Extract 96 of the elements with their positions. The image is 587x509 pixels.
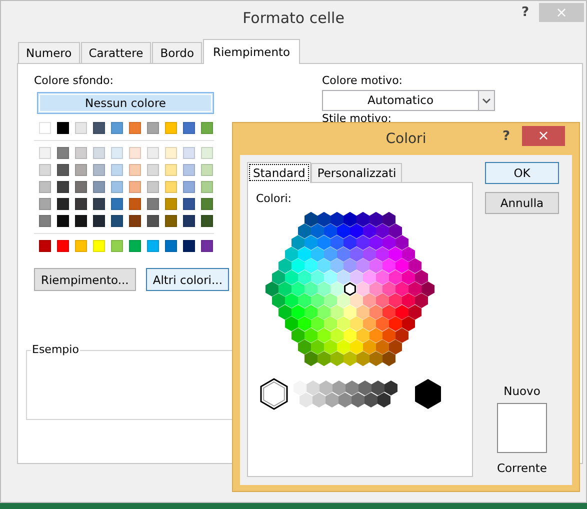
color-swatch[interactable] — [57, 164, 69, 176]
color-swatch[interactable] — [201, 164, 213, 176]
chevron-icon — [482, 98, 491, 104]
color-swatch[interactable] — [165, 240, 177, 252]
color-swatch[interactable] — [57, 215, 69, 227]
group-label: Esempio — [31, 343, 80, 356]
color-swatch[interactable] — [75, 240, 87, 252]
field-label: Stile motivo: — [322, 112, 392, 125]
color-swatch[interactable] — [39, 198, 51, 210]
color-swatch[interactable] — [93, 147, 105, 159]
color-swatch[interactable] — [147, 240, 159, 252]
color-swatch[interactable] — [57, 181, 69, 193]
color-swatch[interactable] — [111, 198, 123, 210]
color-swatch[interactable] — [147, 181, 159, 193]
color-swatch[interactable] — [75, 181, 87, 193]
color-swatch[interactable] — [201, 240, 213, 252]
no-color-button[interactable]: Nessun colore — [37, 92, 214, 114]
pattern-color-dropdown[interactable]: Automatico — [322, 90, 495, 111]
color-swatch[interactable] — [201, 147, 213, 159]
color-swatch[interactable] — [57, 122, 69, 134]
color-swatch[interactable] — [75, 147, 87, 159]
dialog-button[interactable]: Altri colori... — [146, 268, 230, 291]
help-button[interactable]: ? — [498, 128, 514, 144]
color-swatch[interactable] — [129, 122, 141, 134]
color-swatch[interactable] — [57, 240, 69, 252]
color-swatch[interactable] — [93, 215, 105, 227]
color-swatch[interactable] — [93, 181, 105, 193]
color-swatch[interactable] — [165, 215, 177, 227]
color-swatch[interactable] — [165, 147, 177, 159]
color-swatch[interactable] — [201, 215, 213, 227]
color-swatch[interactable] — [147, 164, 159, 176]
color-swatch[interactable] — [183, 147, 195, 159]
color-swatch[interactable] — [165, 181, 177, 193]
color-swatch[interactable] — [183, 164, 195, 176]
field-label: Colore sfondo: — [34, 74, 114, 87]
tab[interactable]: Riempimento — [202, 39, 300, 64]
color-swatch[interactable] — [93, 240, 105, 252]
color-swatch[interactable] — [75, 198, 87, 210]
color-swatch[interactable] — [39, 240, 51, 252]
tab[interactable]: Standard — [247, 162, 312, 183]
color-swatch[interactable] — [147, 122, 159, 134]
tab[interactable]: Carattere — [80, 42, 152, 63]
tab[interactable]: Personalizzati — [311, 163, 402, 182]
dialog-button[interactable]: Riempimento... — [34, 268, 136, 291]
color-swatch[interactable] — [75, 215, 87, 227]
new-color-label: Nuovo — [504, 384, 540, 398]
color-swatch[interactable] — [165, 122, 177, 134]
color-swatch[interactable] — [93, 164, 105, 176]
color-swatch[interactable] — [147, 215, 159, 227]
dialog-button[interactable]: OK — [485, 162, 559, 184]
color-swatch[interactable] — [39, 215, 51, 227]
tab[interactable]: Numero — [18, 42, 80, 63]
color-preview — [497, 403, 547, 453]
color-swatch[interactable] — [111, 122, 123, 134]
field-label: Colore motivo: — [322, 74, 404, 87]
color-swatch[interactable] — [39, 147, 51, 159]
field-label: Colori: — [256, 192, 292, 205]
color-swatch[interactable] — [183, 122, 195, 134]
color-swatch[interactable] — [75, 122, 87, 134]
color-swatch[interactable] — [111, 215, 123, 227]
tab[interactable]: Bordo — [152, 42, 202, 63]
dialog-title: Colori — [386, 131, 426, 147]
color-swatch[interactable] — [39, 181, 51, 193]
color-swatch[interactable] — [129, 164, 141, 176]
color-swatch[interactable] — [165, 198, 177, 210]
color-swatch[interactable] — [129, 147, 141, 159]
color-swatch[interactable] — [111, 240, 123, 252]
color-swatch[interactable] — [129, 215, 141, 227]
dialog-button[interactable]: Annulla — [485, 192, 559, 214]
color-swatch[interactable] — [39, 122, 51, 134]
color-swatch[interactable] — [165, 164, 177, 176]
color-swatch[interactable] — [147, 147, 159, 159]
close-button[interactable]: × — [522, 126, 565, 146]
color-swatch[interactable] — [129, 181, 141, 193]
color-swatch[interactable] — [129, 198, 141, 210]
color-swatch[interactable] — [57, 198, 69, 210]
current-color-label: Corrente — [496, 461, 547, 475]
color-swatch[interactable] — [93, 122, 105, 134]
color-swatch[interactable] — [201, 181, 213, 193]
window-title: Formato celle — [242, 8, 344, 26]
color-swatch[interactable] — [201, 122, 213, 134]
color-swatch[interactable] — [111, 181, 123, 193]
color-swatch[interactable] — [39, 164, 51, 176]
color-swatch[interactable] — [111, 164, 123, 176]
color-swatch[interactable] — [57, 147, 69, 159]
color-swatch[interactable] — [183, 181, 195, 193]
color-swatch[interactable] — [129, 240, 141, 252]
help-button[interactable]: ? — [517, 5, 533, 20]
color-swatch[interactable] — [111, 147, 123, 159]
color-swatch[interactable] — [201, 198, 213, 210]
color-swatch[interactable] — [93, 198, 105, 210]
color-swatch[interactable] — [75, 164, 87, 176]
color-swatch[interactable] — [183, 198, 195, 210]
color-swatch[interactable] — [183, 215, 195, 227]
color-swatch[interactable] — [147, 198, 159, 210]
color-swatch[interactable] — [183, 240, 195, 252]
